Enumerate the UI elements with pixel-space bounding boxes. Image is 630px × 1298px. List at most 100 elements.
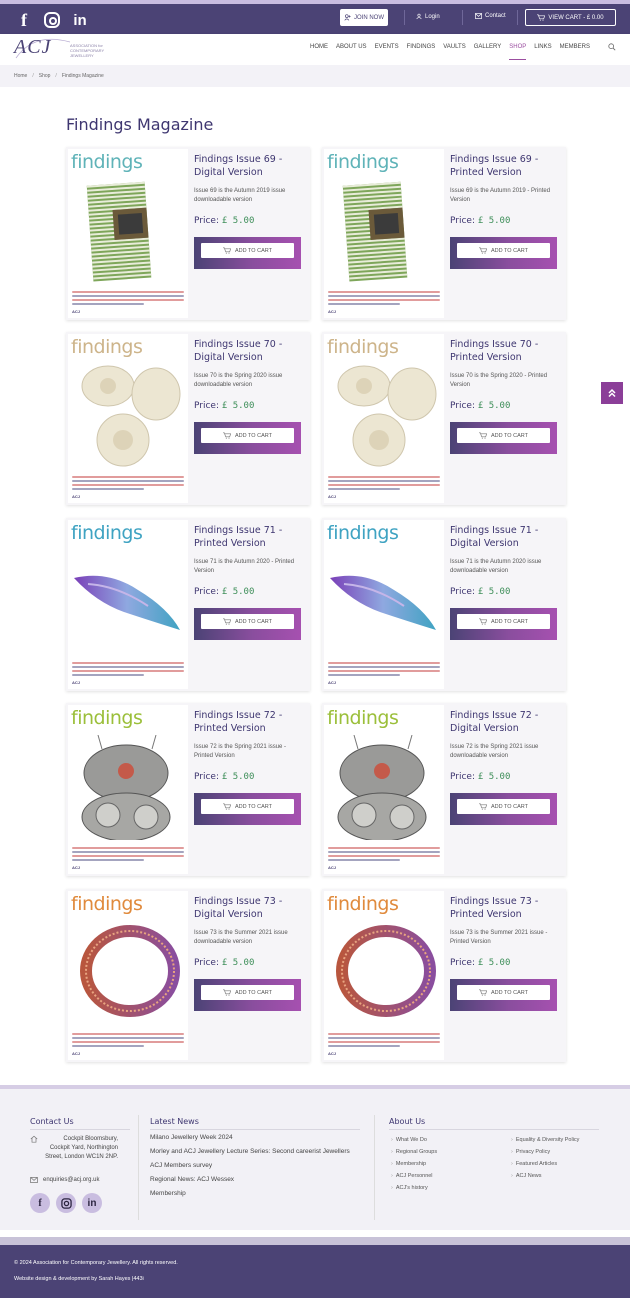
- product-description: Issue 70 is the Spring 2020 issue downlo…: [194, 373, 283, 388]
- magazine-cover-image[interactable]: findings ACJ: [324, 705, 444, 874]
- nav-item-links[interactable]: LINKS: [534, 44, 551, 50]
- about-link[interactable]: ACJ News: [511, 1172, 579, 1184]
- cart-icon: [223, 618, 231, 625]
- add-to-cart-button[interactable]: ADD TO CART: [201, 799, 294, 814]
- join-now-button[interactable]: JOIN NOW: [340, 9, 388, 26]
- cart-icon: [223, 803, 231, 810]
- cover-artwork: [68, 921, 188, 1026]
- news-item[interactable]: ACJ Members survey: [150, 1161, 350, 1175]
- news-list: Milano Jewellery Week 2024 Morley and AC…: [150, 1133, 350, 1203]
- price-value: £ 5.00: [221, 401, 255, 411]
- footer-divider: [150, 1129, 360, 1130]
- news-item[interactable]: Morley and ACJ Jewellery Lecture Series:…: [150, 1147, 350, 1161]
- add-to-cart-panel: ADD TO CART: [194, 979, 301, 1011]
- login-link[interactable]: Login: [416, 13, 440, 20]
- product-title[interactable]: Findings Issue 69 - Printed Version: [450, 153, 558, 179]
- price-label: Price:: [450, 216, 475, 226]
- magazine-cover-image[interactable]: findings ACJ: [68, 705, 188, 874]
- price-label: Price:: [450, 587, 475, 597]
- nav-item-about-us[interactable]: ABOUT US: [336, 44, 367, 50]
- magazine-cover-image[interactable]: findings ACJ: [324, 891, 444, 1060]
- add-to-cart-button[interactable]: ADD TO CART: [457, 243, 550, 258]
- footer-email[interactable]: enquiries@acj.org.uk: [30, 1177, 99, 1183]
- add-to-cart-button[interactable]: ADD TO CART: [201, 614, 294, 629]
- cover-blurb: [72, 662, 184, 676]
- product-title[interactable]: Findings Issue 69 - Digital Version: [194, 153, 302, 179]
- magazine-cover-image[interactable]: findings ACJ: [324, 334, 444, 503]
- add-to-cart-button[interactable]: ADD TO CART: [201, 428, 294, 443]
- add-to-cart-button[interactable]: ADD TO CART: [201, 243, 294, 258]
- scroll-to-top-button[interactable]: [601, 382, 623, 404]
- view-cart-button[interactable]: VIEW CART - £ 0.00: [525, 9, 616, 26]
- logo-subtitle: ASSOCIATION for CONTEMPORARY JEWELLERY: [70, 43, 105, 58]
- news-item[interactable]: Membership: [150, 1189, 350, 1203]
- product-title[interactable]: Findings Issue 73 - Digital Version: [194, 895, 302, 921]
- breadcrumb-shop[interactable]: Shop: [39, 73, 51, 79]
- about-link[interactable]: Membership: [391, 1160, 437, 1172]
- price-label: Price:: [450, 958, 475, 968]
- product-title[interactable]: Findings Issue 71 - Printed Version: [194, 524, 302, 550]
- product-title[interactable]: Findings Issue 72 - Digital Version: [450, 709, 558, 735]
- nav-item-members[interactable]: MEMBERS: [560, 44, 590, 50]
- magazine-cover-image[interactable]: findings ACJ: [324, 520, 444, 689]
- magazine-cover-image[interactable]: findings ACJ: [68, 891, 188, 1060]
- facebook-icon[interactable]: f: [30, 1193, 50, 1213]
- product-price: Price: £ 5.00: [450, 401, 558, 411]
- nav-item-home[interactable]: HOME: [310, 44, 328, 50]
- product-title[interactable]: Findings Issue 72 - Printed Version: [194, 709, 302, 735]
- nav-item-vaults[interactable]: VAULTS: [443, 44, 465, 50]
- product-title[interactable]: Findings Issue 70 - Printed Version: [450, 338, 558, 364]
- about-link[interactable]: What We Do: [391, 1136, 437, 1148]
- contact-link[interactable]: Contact: [475, 13, 506, 19]
- credit-text: Website design & development by Sarah Ha…: [14, 1276, 144, 1282]
- nav-item-findings[interactable]: FINDINGS: [407, 44, 436, 50]
- add-to-cart-panel: ADD TO CART: [450, 237, 557, 269]
- product-info: Findings Issue 73 - Printed Version Issue…: [450, 895, 558, 968]
- magazine-cover-image[interactable]: findings ACJ: [68, 149, 188, 318]
- add-to-cart-panel: ADD TO CART: [194, 608, 301, 640]
- nav-item-gallery[interactable]: GALLERY: [474, 44, 502, 50]
- product-title[interactable]: Findings Issue 70 - Digital Version: [194, 338, 302, 364]
- nav-item-shop[interactable]: SHOP: [509, 44, 527, 60]
- add-to-cart-button[interactable]: ADD TO CART: [457, 799, 550, 814]
- acj-logo[interactable]: ACJ ASSOCIATION for CONTEMPORARY JEWELLE…: [14, 36, 104, 64]
- instagram-icon[interactable]: [56, 1193, 76, 1213]
- add-to-cart-button[interactable]: ADD TO CART: [201, 985, 294, 1000]
- news-item[interactable]: Regional News: ACJ Wessex: [150, 1175, 350, 1189]
- linkedin-icon[interactable]: in: [70, 10, 90, 30]
- add-to-cart-button[interactable]: ADD TO CART: [457, 614, 550, 629]
- cover-blurb: [328, 476, 440, 490]
- envelope-icon: [475, 13, 482, 19]
- add-to-cart-button[interactable]: ADD TO CART: [457, 428, 550, 443]
- search-icon[interactable]: [608, 43, 616, 51]
- about-link[interactable]: ACJ's history: [391, 1184, 437, 1196]
- footer-social-links: f in: [30, 1193, 102, 1213]
- breadcrumb-current: Findings Magazine: [61, 73, 104, 79]
- about-link[interactable]: ACJ Personnel: [391, 1172, 437, 1184]
- product-price: Price: £ 5.00: [450, 216, 558, 226]
- about-links-col1: What We Do Regional Groups Membership AC…: [391, 1136, 437, 1196]
- about-link[interactable]: Featured Articles: [511, 1160, 579, 1172]
- product-title[interactable]: Findings Issue 73 - Printed Version: [450, 895, 558, 921]
- about-links-col2: Equality & Diversity Policy Privacy Poli…: [511, 1136, 580, 1184]
- add-to-cart-button[interactable]: ADD TO CART: [457, 985, 550, 1000]
- news-item[interactable]: Milano Jewellery Week 2024: [150, 1133, 350, 1147]
- cover-footer-logo: ACJ: [72, 1051, 81, 1056]
- about-link[interactable]: Privacy Policy: [511, 1148, 579, 1160]
- linkedin-icon[interactable]: in: [82, 1193, 102, 1213]
- cart-icon: [479, 247, 487, 254]
- magazine-cover-image[interactable]: findings ACJ: [68, 334, 188, 503]
- nav-item-events[interactable]: EVENTS: [375, 44, 399, 50]
- breadcrumb-home[interactable]: Home: [14, 73, 27, 79]
- magazine-cover-image[interactable]: findings ACJ: [68, 520, 188, 689]
- about-link[interactable]: Regional Groups: [391, 1148, 437, 1160]
- facebook-icon[interactable]: f: [14, 10, 34, 30]
- product-price: Price: £ 5.00: [450, 958, 558, 968]
- instagram-icon[interactable]: [44, 12, 60, 28]
- cover-artwork: [68, 179, 188, 284]
- product-card: findings ACJ Findings Issue 71 - Digital V…: [322, 518, 566, 691]
- magazine-cover-image[interactable]: findings ACJ: [324, 149, 444, 318]
- product-price: Price: £ 5.00: [194, 772, 302, 782]
- product-title[interactable]: Findings Issue 71 - Digital Version: [450, 524, 558, 550]
- about-link[interactable]: Equality & Diversity Policy: [511, 1136, 580, 1148]
